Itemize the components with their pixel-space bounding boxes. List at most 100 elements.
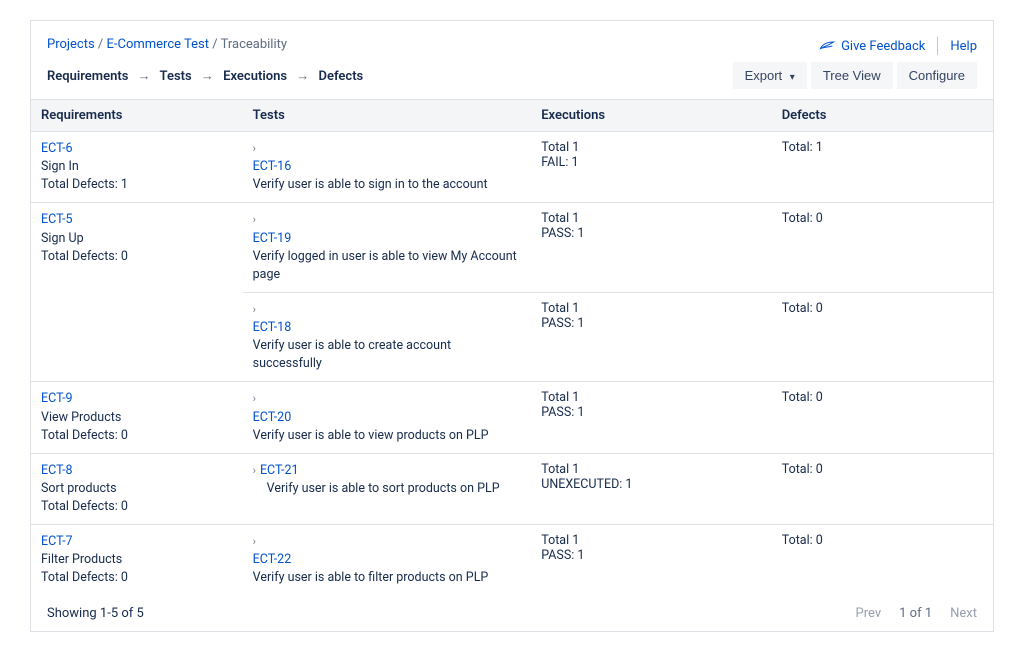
chevron-right-icon[interactable]: › [253, 463, 256, 479]
chevron-right-icon[interactable]: › [253, 534, 256, 550]
breadcrumb: Projects / E-Commerce Test / Traceabilit… [47, 37, 287, 52]
exec-status: PASS: 1 [541, 316, 584, 331]
requirement-key[interactable]: ECT-6 [41, 140, 73, 158]
requirement-title: Sign Up [41, 231, 84, 246]
test-key[interactable]: ECT-20 [253, 409, 292, 427]
defect-total: Total: 0 [782, 533, 823, 548]
vertical-divider [937, 37, 938, 55]
table-row: ECT-8Sort productsTotal Defects: 0 ›ECT-2… [31, 453, 993, 524]
requirement-key[interactable]: ECT-8 [41, 462, 73, 480]
help-link[interactable]: Help [950, 39, 977, 54]
cell-requirement: ECT-6Sign In Total Defects: 1 [31, 132, 243, 203]
traceability-table: Requirements Tests Executions Defects EC… [31, 99, 993, 596]
showing-text: Showing 1-5 of 5 [47, 606, 144, 621]
configure-button[interactable]: Configure [897, 62, 977, 89]
requirement-defects: Total Defects: 0 [41, 570, 128, 585]
defect-total: Total: 0 [782, 462, 823, 477]
chevron-right-icon[interactable]: › [253, 302, 256, 318]
exec-total: Total 1 [541, 390, 579, 405]
requirement-key[interactable]: ECT-7 [41, 533, 73, 551]
table-footer: Showing 1-5 of 5 Prev 1 of 1 Next [31, 596, 993, 623]
exec-status: FAIL: 1 [541, 155, 578, 170]
table-header-row: Requirements Tests Executions Defects [31, 100, 993, 132]
breadcrumb-project[interactable]: E-Commerce Test [107, 37, 210, 52]
cell-executions: Total 1PASS: 1 [531, 525, 772, 596]
exec-total: Total 1 [541, 533, 579, 548]
exec-status: UNEXECUTED: 1 [541, 477, 632, 492]
requirement-key[interactable]: ECT-5 [41, 211, 73, 229]
cell-defects: Total: 0 [772, 525, 993, 596]
exec-status: PASS: 1 [541, 548, 584, 563]
defect-total: Total: 0 [782, 301, 823, 316]
export-label: Export [745, 68, 783, 83]
give-feedback-label: Give Feedback [841, 39, 925, 54]
test-desc: Verify logged in user is able to view My… [253, 249, 517, 282]
breadcrumb-sep: / [212, 37, 220, 52]
test-desc: Verify user is able to sign in to the ac… [253, 177, 488, 192]
chain-requirements: Requirements [47, 69, 128, 84]
feedback-icon [819, 40, 835, 52]
cell-executions: Total 1UNEXECUTED: 1 [531, 453, 772, 524]
table-row: ECT-6Sign In Total Defects: 1 ›ECT-16Verif… [31, 132, 993, 203]
chain-defects: Defects [318, 69, 363, 84]
toolbar: Export ▾ Tree View Configure [729, 62, 977, 89]
page-indicator: 1 of 1 [899, 606, 932, 621]
test-key[interactable]: ECT-21 [260, 462, 299, 480]
cell-test: › ECT-20Verify user is able to view produ… [243, 382, 532, 453]
cell-executions: Total 1PASS: 1 [531, 292, 772, 382]
chevron-right-icon[interactable]: › [253, 141, 256, 157]
chain-tests: Tests [160, 69, 192, 84]
exec-status: PASS: 1 [541, 226, 584, 241]
breadcrumb-current: Traceability [221, 37, 287, 52]
cell-requirement: ECT-8Sort productsTotal Defects: 0 [31, 453, 243, 524]
requirement-title: Filter Products [41, 552, 122, 567]
prev-page[interactable]: Prev [856, 606, 882, 621]
exec-total: Total 1 [541, 462, 579, 477]
requirement-key[interactable]: ECT-9 [41, 390, 73, 408]
top-right: Give Feedback Help [819, 37, 977, 55]
chevron-right-icon[interactable]: › [253, 391, 256, 407]
requirement-defects: Total Defects: 1 [41, 177, 128, 192]
test-desc: Verify user is able to create account su… [253, 338, 451, 371]
test-key[interactable]: ECT-16 [253, 158, 292, 176]
chevron-down-icon: ▾ [790, 72, 795, 83]
arrow-icon: → [132, 69, 157, 84]
chevron-right-icon[interactable]: › [253, 212, 256, 228]
tree-view-button[interactable]: Tree View [811, 62, 893, 89]
test-key[interactable]: ECT-19 [253, 230, 292, 248]
chain-executions: Executions [223, 69, 287, 84]
cell-defects: Total: 0 [772, 453, 993, 524]
test-key[interactable]: ECT-22 [253, 551, 292, 569]
cell-test: ›ECT-18Verify user is able to create acc… [243, 292, 532, 382]
requirement-title: Sign In [41, 159, 79, 174]
arrow-icon: → [290, 69, 315, 84]
table-row: ECT-5Sign UpTotal Defects: 0›ECT-19Verif… [31, 203, 993, 293]
requirement-title: View Products [41, 410, 121, 425]
test-key[interactable]: ECT-18 [253, 319, 292, 337]
cell-test: ›ECT-22Verify user is able to filter pro… [243, 525, 532, 596]
cell-test: ›ECT-16Verify user is able to sign in to… [243, 132, 532, 203]
give-feedback-link[interactable]: Give Feedback [819, 39, 925, 54]
breadcrumb-sep: / [98, 37, 107, 52]
breadcrumb-projects[interactable]: Projects [47, 37, 95, 52]
pager: Prev 1 of 1 Next [856, 606, 977, 621]
cell-test: › ECT-19Verify logged in user is able to … [243, 203, 532, 293]
top-row: Projects / E-Commerce Test / Traceabilit… [31, 37, 993, 62]
cell-defects: Total: 0 [772, 203, 993, 293]
table-row: ECT-7Filter Products Total Defects: 0 ›ECT… [31, 525, 993, 596]
exec-total: Total 1 [541, 301, 579, 316]
test-desc: Verify user is able to view products on … [253, 428, 489, 443]
cell-executions: Total 1FAIL: 1 [531, 132, 772, 203]
col-header-requirements: Requirements [31, 100, 243, 132]
arrow-icon: → [195, 69, 220, 84]
col-header-executions: Executions [531, 100, 772, 132]
test-desc: Verify user is able to sort products on … [253, 481, 500, 496]
requirement-defects: Total Defects: 0 [41, 428, 128, 443]
exec-status: PASS: 1 [541, 405, 584, 420]
cell-executions: Total 1PASS: 1 [531, 382, 772, 453]
export-button[interactable]: Export ▾ [733, 62, 807, 89]
requirement-title: Sort products [41, 481, 117, 496]
next-page[interactable]: Next [950, 606, 977, 621]
test-desc: Verify user is able to filter products o… [253, 570, 489, 585]
cell-executions: Total 1PASS: 1 [531, 203, 772, 293]
